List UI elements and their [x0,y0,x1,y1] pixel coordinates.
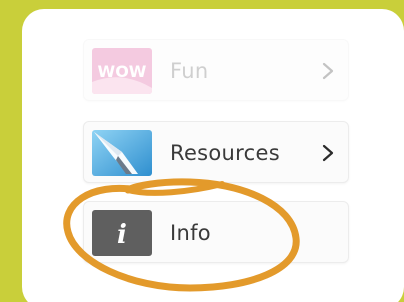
info-icon: i [92,210,152,256]
menu-item-label: Fun [170,59,209,83]
wow-logo-icon: WOW [92,48,152,94]
wow-logo-text: WOW [98,62,147,81]
menu-item-label: Info [170,221,211,245]
info-glyph: i [117,220,127,250]
menu-item-resources[interactable]: Resources [83,121,349,183]
chevron-right-icon [322,144,334,162]
resources-book-icon [92,130,152,176]
menu-item-info[interactable]: i Info [83,201,349,263]
screen-background: WOW Fun Resources i Info [0,0,404,302]
chevron-right-icon [322,62,334,80]
menu-item-label: Resources [170,141,280,165]
menu-item-fun[interactable]: WOW Fun [83,39,349,101]
